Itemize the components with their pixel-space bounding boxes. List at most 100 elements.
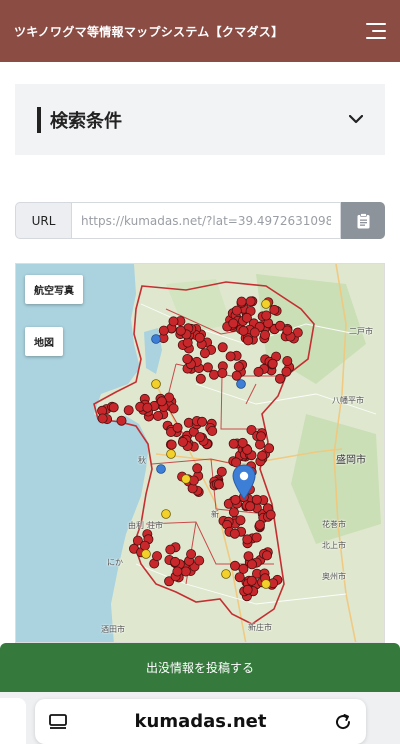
info-marker[interactable]	[236, 379, 246, 389]
sighting-marker[interactable]	[237, 437, 248, 448]
location-pin-icon[interactable]	[232, 464, 256, 500]
sighting-marker[interactable]	[139, 540, 150, 551]
sighting-marker[interactable]	[246, 559, 257, 570]
sighting-marker[interactable]	[180, 566, 191, 577]
chevron-down-icon[interactable]	[349, 115, 363, 124]
share-url-field[interactable]	[71, 202, 341, 239]
sighting-marker[interactable]	[274, 373, 285, 384]
track-marker[interactable]	[261, 579, 271, 589]
sighting-marker[interactable]	[156, 396, 167, 407]
sighting-marker[interactable]	[231, 370, 242, 381]
bear-sighting-map[interactable]: 航空写真 地図 二戸市 八幡平市 盛岡市 花巻市 北上市 奥州市 秋 由利 にか…	[15, 263, 385, 643]
sighting-marker[interactable]	[158, 325, 169, 336]
sighting-marker[interactable]	[249, 327, 260, 338]
sighting-marker[interactable]	[165, 544, 176, 555]
sighting-marker[interactable]	[245, 296, 256, 307]
sighting-marker[interactable]	[238, 325, 249, 336]
sighting-marker[interactable]	[259, 329, 270, 340]
sighting-marker[interactable]	[194, 555, 205, 566]
hamburger-menu-icon[interactable]	[366, 23, 386, 39]
sighting-marker[interactable]	[235, 515, 246, 526]
browser-address-bar[interactable]: kumadas.net	[35, 699, 366, 744]
post-sighting-button[interactable]: 出没情報を投稿する	[0, 643, 400, 692]
search-conditions-panel[interactable]: 検索条件	[15, 84, 385, 155]
sighting-marker[interactable]	[123, 405, 134, 416]
sighting-marker[interactable]	[282, 356, 293, 367]
sighting-marker[interactable]	[254, 439, 265, 450]
sighting-marker[interactable]	[242, 584, 253, 595]
sighting-marker[interactable]	[172, 422, 183, 433]
track-marker[interactable]	[221, 569, 231, 579]
sighting-marker[interactable]	[116, 415, 127, 426]
sighting-marker[interactable]	[246, 575, 257, 586]
sighting-marker[interactable]	[182, 337, 193, 348]
track-marker[interactable]	[151, 379, 161, 389]
sighting-marker[interactable]	[234, 572, 245, 583]
sighting-marker[interactable]	[168, 316, 179, 327]
sighting-marker[interactable]	[228, 438, 239, 449]
sighting-marker[interactable]	[108, 402, 119, 413]
sighting-marker[interactable]	[228, 507, 239, 518]
track-marker[interactable]	[141, 549, 151, 559]
sighting-marker[interactable]	[217, 368, 228, 379]
sighting-marker[interactable]	[192, 463, 203, 474]
sighting-marker[interactable]	[188, 475, 199, 486]
sighting-marker[interactable]	[269, 304, 280, 315]
sighting-marker[interactable]	[238, 563, 249, 574]
sighting-marker[interactable]	[243, 335, 254, 346]
sighting-marker[interactable]	[261, 550, 272, 561]
sighting-marker[interactable]	[267, 358, 278, 369]
sighting-marker[interactable]	[208, 369, 219, 380]
sighting-marker[interactable]	[175, 325, 186, 336]
sighting-marker[interactable]	[183, 417, 194, 428]
sighting-marker[interactable]	[151, 551, 162, 562]
sighting-marker[interactable]	[168, 403, 179, 414]
track-marker[interactable]	[261, 299, 271, 309]
tabs-icon[interactable]	[49, 713, 67, 730]
sighting-marker[interactable]	[225, 351, 236, 362]
sighting-marker[interactable]	[282, 325, 293, 336]
sighting-marker[interactable]	[195, 373, 206, 384]
copy-url-button[interactable]	[341, 202, 385, 239]
info-marker[interactable]	[156, 464, 166, 474]
sighting-marker[interactable]	[217, 342, 228, 353]
sighting-marker[interactable]	[253, 366, 264, 377]
info-marker[interactable]	[151, 334, 161, 344]
sighting-marker[interactable]	[233, 361, 244, 372]
sighting-marker[interactable]	[251, 532, 262, 543]
sighting-marker[interactable]	[97, 413, 108, 424]
sighting-marker[interactable]	[229, 560, 240, 571]
sighting-marker[interactable]	[241, 312, 252, 323]
sighting-marker[interactable]	[236, 296, 247, 307]
sighting-marker[interactable]	[207, 425, 218, 436]
sighting-marker[interactable]	[255, 431, 266, 442]
previous-tab-card[interactable]	[0, 698, 26, 744]
sighting-marker[interactable]	[245, 501, 256, 512]
track-marker[interactable]	[166, 449, 176, 459]
sighting-marker[interactable]	[257, 450, 268, 461]
sighting-marker[interactable]	[228, 318, 239, 329]
track-marker[interactable]	[181, 474, 191, 484]
reload-icon[interactable]	[334, 713, 352, 731]
sighting-marker[interactable]	[213, 479, 224, 490]
aerial-photo-layer-button[interactable]: 航空写真	[25, 275, 83, 304]
sighting-marker[interactable]	[229, 528, 240, 539]
sighting-marker[interactable]	[261, 310, 272, 321]
sighting-marker[interactable]	[152, 410, 163, 421]
sighting-marker[interactable]	[194, 432, 205, 443]
sighting-marker[interactable]	[170, 556, 181, 567]
sighting-marker[interactable]	[142, 402, 153, 413]
sighting-marker[interactable]	[166, 439, 177, 450]
map-layer-button[interactable]: 地図	[25, 327, 63, 356]
sighting-marker[interactable]	[216, 466, 227, 477]
sighting-marker[interactable]	[264, 443, 275, 454]
sighting-marker[interactable]	[199, 348, 210, 359]
sighting-marker[interactable]	[177, 436, 188, 447]
sighting-marker[interactable]	[172, 566, 183, 577]
sighting-marker[interactable]	[186, 549, 197, 560]
track-marker[interactable]	[161, 509, 171, 519]
sighting-marker[interactable]	[197, 416, 208, 427]
sighting-marker[interactable]	[194, 332, 205, 343]
sighting-marker[interactable]	[242, 534, 253, 545]
sighting-marker[interactable]	[265, 509, 276, 520]
